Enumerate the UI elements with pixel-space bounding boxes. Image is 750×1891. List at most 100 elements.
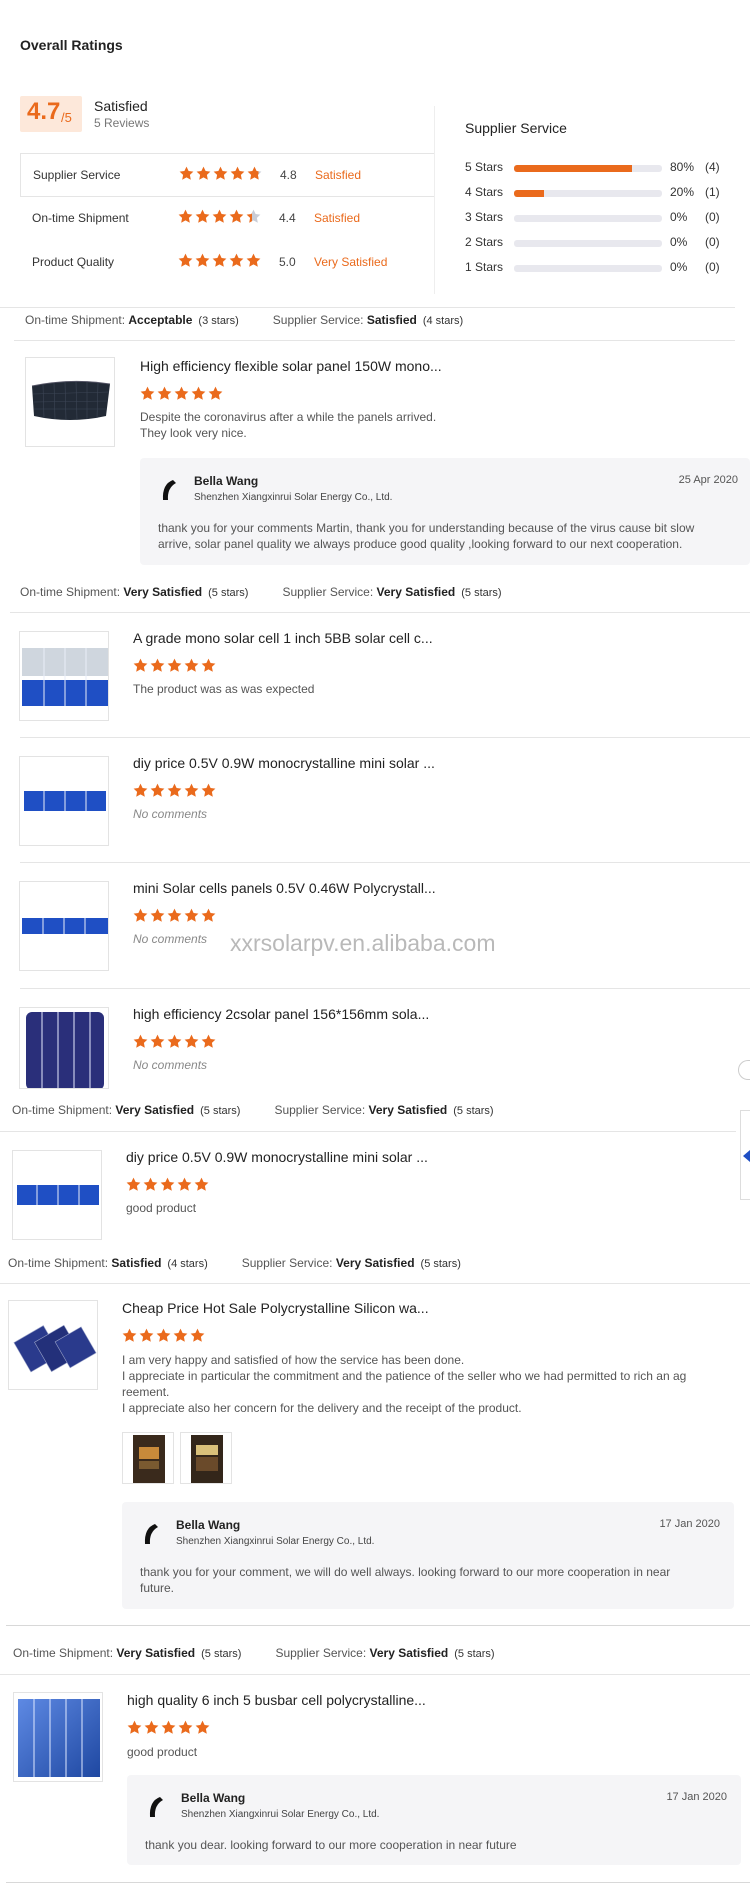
review-photo-image [133,1435,165,1483]
star-icon [174,386,189,400]
overall-ratings-title: Overall Ratings [20,37,123,53]
reply-line: thank you for your comments Martin, than… [158,521,695,535]
review-line: good product [126,1201,197,1215]
star-icon [194,1177,209,1191]
product-thumbnail[interactable] [13,1692,103,1782]
star-icon [178,253,193,267]
star-icon [184,1034,199,1048]
reply-company: Shenzhen Xiangxinrui Solar Energy Co., L… [176,1536,375,1547]
review-line: They look very nice. [140,426,247,440]
ontime-label: On-time Shipment: [25,313,126,327]
star-icon [191,386,206,400]
product-title[interactable]: diy price 0.5V 0.9W monocrystalline mini… [126,1149,428,1165]
rating-score: 5.0 [279,255,296,269]
product-stars [133,658,218,676]
supplier-label: Supplier Service: [241,1256,333,1270]
bar-count: (4) [705,160,720,174]
overall-score-badge: 4.7 /5 [20,96,82,132]
company-logo-icon [149,1797,163,1817]
product-title[interactable]: A grade mono solar cell 1 inch 5BB solar… [133,630,433,646]
reply-date: 17 Jan 2020 [666,1791,727,1803]
supplier-service-title: Supplier Service [465,120,567,136]
product-title[interactable]: Cheap Price Hot Sale Polycrystalline Sil… [122,1300,429,1316]
poly-cell-6inch-image [18,1699,100,1777]
star-icon [208,386,223,400]
product-thumbnail[interactable] [19,756,109,846]
review-line: I appreciate in particular the commitmen… [122,1369,687,1383]
review-text: Despite the coronavirus after a while th… [140,409,436,441]
rating-row-ontime-shipment: On-time Shipment 4.4 Satisfied [20,197,434,241]
star-icon [126,1177,141,1191]
bar-percent: 0% [670,260,688,274]
review-meta: On-time Shipment: Satisfied (4 stars) Supp… [8,1256,461,1270]
overall-score-suffix: /5 [61,110,72,125]
product-thumbnail[interactable] [19,881,109,971]
product-thumbnail[interactable] [12,1150,102,1240]
ontime-stars: (5 stars) [201,1648,242,1660]
star-icon [184,658,199,672]
reply-text: thank you for your comment, we will do w… [140,1564,670,1596]
reply-text: thank you for your comments Martin, than… [158,520,694,552]
product-title[interactable]: High efficiency flexible solar panel 150… [140,358,442,374]
product-thumbnail[interactable] [8,1300,98,1390]
star-icon [212,253,227,267]
carousel-arrow-icon[interactable] [743,1150,750,1162]
bar-fill [514,165,633,172]
star-icon [156,1328,171,1342]
review-line: The product was as was expected [133,682,315,696]
star-icon [229,253,244,267]
supplier-label: Supplier Service: [272,313,364,327]
star-icon [190,1328,205,1342]
ontime-label: On-time Shipment: [8,1256,109,1270]
product-title[interactable]: high efficiency 2csolar panel 156*156mm … [133,1006,429,1022]
company-logo-icon [144,1524,158,1544]
star-icon [143,1177,158,1191]
review-photo[interactable] [122,1432,174,1484]
review-photo[interactable] [180,1432,232,1484]
bar-percent: 80% [670,160,695,174]
no-comments: No comments [133,932,208,946]
product-thumbnail[interactable] [19,631,109,721]
star-icon [167,908,182,922]
product-title[interactable]: diy price 0.5V 0.9W monocrystalline mini… [133,755,435,771]
reply-company: Shenzhen Xiangxinrui Solar Energy Co., L… [194,492,393,503]
star-icon [196,166,211,180]
star-icon [195,1720,210,1734]
supplier-stars: (5 stars) [453,1105,494,1117]
reply-line: thank you for your comment, we will do w… [140,1565,671,1579]
supplier-stars: (5 stars) [461,587,502,599]
product-thumbnail[interactable] [19,1007,109,1089]
bar-label: 4 Stars [465,185,504,199]
seller-reply: Bella Wang Shenzhen Xiangxinrui Solar En… [140,458,750,565]
flexible-panel-image [31,380,111,421]
rating-label: On-time Shipment [32,211,129,225]
rating-label: Supplier Service [33,168,121,182]
star-icon [133,783,148,797]
bar-row: 1 Stars 0% (0) [465,260,725,276]
product-title[interactable]: high quality 6 inch 5 busbar cell polycr… [127,1692,426,1708]
review-text: The product was as was expected [133,681,314,697]
overall-score: 4.7 [27,98,61,125]
star-icon [133,1034,148,1048]
review-line: I am very happy and satisfied of how the… [122,1353,465,1367]
review-meta: On-time Shipment: Very Satisfied (5 stars… [20,585,502,599]
star-icon [167,783,182,797]
bar-label: 2 Stars [465,235,504,249]
bar-fill [514,190,544,197]
star-icon [167,658,182,672]
product-title[interactable]: mini Solar cells panels 0.5V 0.46W Polyc… [133,880,436,896]
star-icon [127,1720,142,1734]
bar-track [514,165,662,172]
divider [0,1674,750,1675]
rating-score: 4.4 [279,211,296,225]
star-icon [139,1328,154,1342]
bar-count: (0) [705,260,720,274]
supplier-value: Very Satisfied [368,1103,448,1117]
ratings-divider [434,106,435,294]
watermark: xxrsolarpv.en.alibaba.com [230,930,496,956]
star-icon [178,209,193,223]
seller-reply: Bella Wang Shenzhen Xiangxinrui Solar En… [122,1502,734,1609]
product-thumbnail[interactable] [25,357,115,447]
company-logo-icon [162,480,176,500]
ontime-stars: (5 stars) [208,587,249,599]
